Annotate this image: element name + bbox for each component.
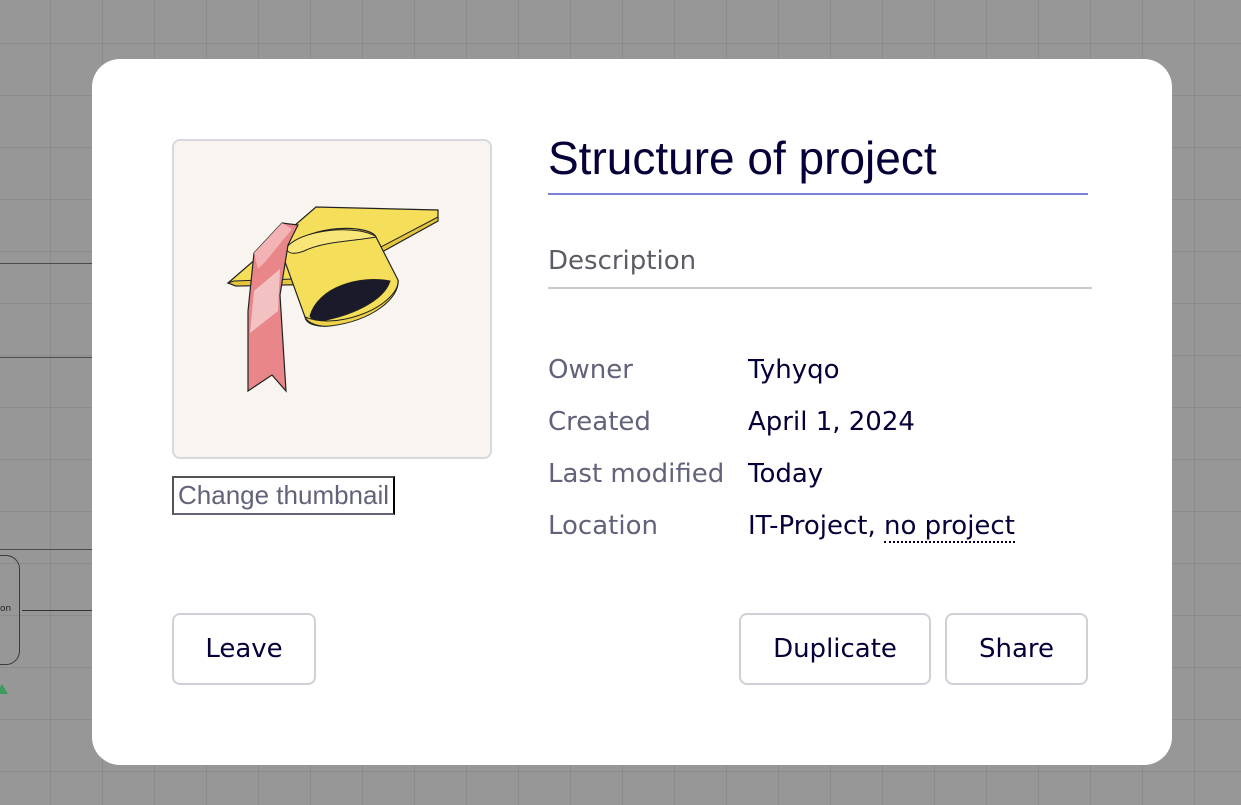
canvas-arrow bbox=[22, 608, 96, 612]
board-info-dialog: Change thumbnail Owner Tyhyqo Created Ap… bbox=[92, 59, 1172, 765]
canvas-node-text: on bbox=[0, 604, 12, 614]
canvas-connector-line bbox=[0, 263, 100, 264]
location-value: IT-Project, no project bbox=[748, 511, 1015, 543]
board-description-input[interactable] bbox=[548, 235, 1092, 289]
leave-button[interactable]: Leave bbox=[172, 613, 316, 685]
canvas-connector-line bbox=[0, 549, 100, 550]
owner-value: Tyhyqo bbox=[748, 355, 840, 385]
owner-label: Owner bbox=[548, 355, 633, 385]
location-project-link[interactable]: no project bbox=[884, 511, 1015, 543]
share-button[interactable]: Share bbox=[945, 613, 1088, 685]
change-thumbnail-link[interactable]: Change thumbnail bbox=[172, 476, 396, 515]
created-label: Created bbox=[548, 407, 651, 437]
graduation-cap-icon bbox=[226, 206, 439, 393]
board-title-input[interactable] bbox=[548, 123, 1088, 195]
location-team: IT-Project, bbox=[748, 511, 876, 541]
canvas-triangle-shape bbox=[0, 684, 8, 694]
duplicate-button[interactable]: Duplicate bbox=[739, 613, 931, 685]
created-value: April 1, 2024 bbox=[748, 407, 915, 437]
board-thumbnail[interactable] bbox=[172, 139, 492, 459]
location-label: Location bbox=[548, 511, 658, 541]
last-modified-label: Last modified bbox=[548, 459, 725, 489]
canvas-connector-line bbox=[0, 357, 100, 358]
last-modified-value: Today bbox=[748, 459, 824, 489]
